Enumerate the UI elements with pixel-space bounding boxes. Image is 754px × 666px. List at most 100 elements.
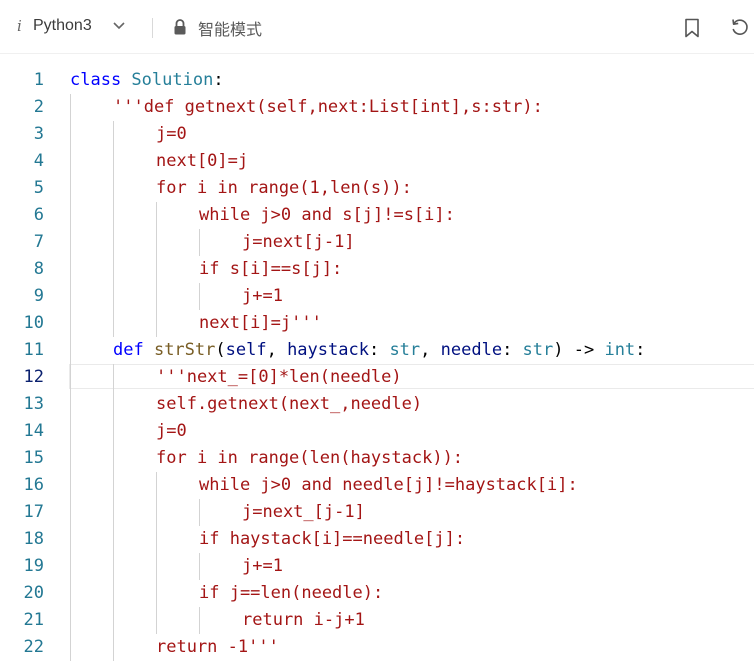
line-number: 7 [33,232,44,252]
code-line[interactable]: 14 j=0 [0,418,754,445]
line-number: 19 [23,556,44,576]
code-line[interactable]: 15 for i in range(len(haystack)): [0,445,754,472]
code-line[interactable]: 3 j=0 [0,121,754,148]
line-number: 10 [23,313,44,333]
indent-guide [113,472,114,499]
code-text: j=0 [156,121,187,148]
indent-guide [156,229,157,256]
line-number: 13 [23,394,44,414]
code-line[interactable]: 1 class Solution: [0,67,754,94]
code-text: next[0]=j [156,148,248,175]
code-line[interactable]: 10 next[i]=j''' [0,310,754,337]
indent-guide [70,634,71,661]
indent-guide [113,634,114,661]
code-line[interactable]: 7 j=next[j-1] [0,229,754,256]
code-line[interactable]: 12 '''next_=[0]*len(needle) [0,364,754,391]
code-text: if j==len(needle): [199,580,383,607]
code-line[interactable]: 4 next[0]=j [0,148,754,175]
code-line[interactable]: 6 while j>0 and s[j]!=s[i]: [0,202,754,229]
indent-guide [156,202,157,229]
indent-guide [113,391,114,418]
code-token: : [368,340,390,360]
code-token: haystack [287,340,369,360]
code-token: self.getnext(next_,needle) [156,394,423,414]
code-line[interactable]: 9 j+=1 [0,283,754,310]
line-number: 11 [23,340,44,360]
line-number: 20 [23,583,44,603]
code-line[interactable]: 17 j=next_[j-1] [0,499,754,526]
code-token: for i in range(1,len(s)): [156,178,412,198]
line-number: 3 [33,124,44,144]
code-token: needle [440,340,503,360]
indent-guide [113,580,114,607]
indent-guide [70,148,71,175]
indent-guide [113,553,114,580]
code-token: : [502,340,523,360]
line-number: 18 [23,529,44,549]
code-text: class Solution: [70,67,224,94]
line-number: 4 [33,151,44,171]
code-text: j=next_[j-1] [242,499,365,526]
code-token: int [604,340,636,360]
indent-guide [70,607,71,634]
indent-guide [70,472,71,499]
indent-guide [70,202,71,229]
indent-guide [70,283,71,310]
indent-guide [156,283,157,310]
smart-mode-label[interactable]: 智能模式 [198,16,262,40]
indent-guide [199,607,200,634]
indent-guide [113,229,114,256]
line-number: 15 [23,448,44,468]
indent-guide [70,526,71,553]
toolbar-divider [152,18,153,38]
reset-icon[interactable] [730,17,750,37]
code-line[interactable]: 5 for i in range(1,len(s)): [0,175,754,202]
indent-guide [113,418,114,445]
indent-guide [70,229,71,256]
chevron-down-icon[interactable] [112,21,126,31]
code-line[interactable]: 22 return -1''' [0,634,754,661]
code-line[interactable]: 2 '''def getnext(self,next:List[int],s:st… [0,94,754,121]
code-token: j=next_[j-1] [242,502,365,522]
bookmark-icon[interactable] [684,18,700,38]
indent-guide [113,202,114,229]
language-selector[interactable]: Python3 [33,17,92,35]
code-token: j=0 [156,124,187,144]
code-token: '''def getnext(self,next:List[int],s:str… [113,97,543,117]
code-editor[interactable]: 1 class Solution: 2 '''def getnext(self,nex… [0,54,754,666]
indent-guide [156,553,157,580]
code-token: str [522,340,554,360]
info-icon[interactable]: i [17,17,22,35]
indent-guide [113,148,114,175]
code-line[interactable]: 20 if j==len(needle): [0,580,754,607]
code-token: def [113,340,154,360]
code-line[interactable]: 11 def strStr(self, haystack: str, needle… [0,337,754,364]
code-line[interactable]: 8 if s[i]==s[j]: [0,256,754,283]
code-line[interactable]: 19 j+=1 [0,553,754,580]
code-token: j+=1 [242,556,283,576]
code-text: return -1''' [156,634,279,661]
line-number: 2 [33,97,44,117]
code-text: while j>0 and needle[j]!=haystack[i]: [199,472,578,499]
indent-guide [70,499,71,526]
line-number: 17 [23,502,44,522]
code-token: while j>0 and needle[j]!=haystack[i]: [199,475,578,495]
code-line[interactable]: 18 if haystack[i]==needle[j]: [0,526,754,553]
indent-guide [70,418,71,445]
indent-guide [156,580,157,607]
indent-guide [113,364,114,391]
code-text: def strStr(self, haystack: str, needle: … [113,337,645,364]
code-line[interactable]: 13 self.getnext(next_,needle) [0,391,754,418]
indent-guide [156,526,157,553]
code-text: j+=1 [242,553,283,580]
code-text: j=next[j-1] [242,229,355,256]
code-token: ( [215,340,226,360]
code-line[interactable]: 21 return i-j+1 [0,607,754,634]
line-number: 1 [33,70,44,90]
indent-guide [156,472,157,499]
editor-toolbar: i Python3 智能模式 [0,0,754,54]
code-token: next[0]=j [156,151,249,171]
indent-guide [70,310,71,337]
indent-guide [199,283,200,310]
code-line[interactable]: 16 while j>0 and needle[j]!=haystack[i]: [0,472,754,499]
